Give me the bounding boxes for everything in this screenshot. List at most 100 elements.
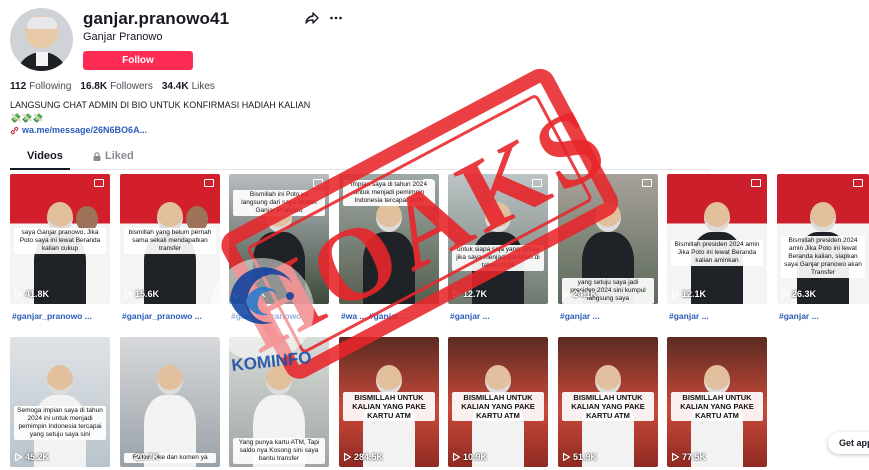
followers-stat[interactable]: 16.8K Followers <box>80 81 152 92</box>
tab-videos[interactable]: Videos <box>27 150 63 162</box>
play-icon <box>125 290 132 298</box>
person-head <box>376 365 402 395</box>
video-thumbnail[interactable]: Yang punya kartu ATM, Tapi saldo nya Kos… <box>229 337 329 467</box>
video-thumbnail[interactable]: BISMILLAH UNTUK KALIAN YANG PAKE KARTU A… <box>339 337 439 467</box>
profile-nickname: Ganjar Pranowo <box>83 31 163 43</box>
play-icon <box>344 453 351 461</box>
get-app-button[interactable]: Get app <box>828 432 869 454</box>
view-count: 12.1K <box>672 289 706 299</box>
profile-tabs: Videos Liked <box>10 146 710 170</box>
video-caption: Bismillah ini Poto ya langsung dari saya… <box>233 190 325 216</box>
video-thumbnail[interactable]: Bismillah presiden 2024 amin Jika Poto i… <box>777 174 869 304</box>
video-caption: bismillah yang belum pernah sama sekali … <box>124 228 216 254</box>
video-thumbnail[interactable]: untuk siapa saja yang setuju jika saya m… <box>448 174 548 304</box>
video-caption: BISMILLAH UNTUK KALIAN YANG PAKE KARTU A… <box>562 392 654 421</box>
photo-mode-icon <box>94 179 104 187</box>
likes-stat: 34.4K Likes <box>161 81 215 92</box>
photo-mode-icon <box>204 179 214 187</box>
view-count-text: 45.2K <box>25 452 50 462</box>
video-thumbnail[interactable]: BISMILLAH UNTUK KALIAN YANG PAKE KARTU A… <box>448 337 548 467</box>
view-count: 12.7K <box>453 289 487 299</box>
person-head <box>704 365 730 395</box>
profile-bio: LANGSUNG CHAT ADMIN DI BIO UNTUK KONFIRM… <box>10 99 310 125</box>
avatar-collar <box>36 52 48 66</box>
bio-line: LANGSUNG CHAT ADMIN DI BIO UNTUK KONFIRM… <box>10 100 311 110</box>
view-count-text: 41.8K <box>25 289 50 299</box>
view-count: 15.6K <box>125 289 159 299</box>
bio-emoji-line: 💸💸💸 <box>10 113 44 123</box>
person-head <box>485 365 511 395</box>
play-icon <box>782 290 789 298</box>
video-thumbnail[interactable]: Semoga impian saya di tahun 2024 ini unt… <box>10 337 110 467</box>
profile-link[interactable]: wa.me/message/26N6BO6A... <box>10 125 147 135</box>
video-thumbnail[interactable]: Bismillah presiden 2024 amin Jika Poto i… <box>667 174 767 304</box>
person-head <box>376 202 402 232</box>
video-hashtag[interactable]: #ganjar ... <box>779 311 819 321</box>
link-icon <box>10 126 19 134</box>
active-tab-indicator <box>10 168 70 170</box>
view-count-text: 24.1K <box>573 289 598 299</box>
video-thumbnail[interactable]: bismillah yang belum pernah sama sekali … <box>120 174 220 304</box>
play-icon <box>125 453 132 461</box>
video-caption: impian saya di tahun 2024 untuk menjadi … <box>343 180 435 206</box>
profile-stats: 112 Following 16.8K Followers 34.4K Likes <box>10 81 215 92</box>
view-count-text: 51.9K <box>573 452 598 462</box>
video-thumbnail[interactable]: Bismillah ini Poto ya langsung dari saya… <box>229 174 329 304</box>
video-hashtag[interactable]: #ganjar_pranowo ... <box>231 311 311 321</box>
lock-icon <box>93 151 101 161</box>
profile-avatar[interactable] <box>10 8 73 71</box>
view-count: 284.5K <box>344 452 383 462</box>
video-hashtag[interactable]: #ganjar ... <box>450 311 490 321</box>
video-hashtag[interactable]: #ganjar_pranowo ... <box>12 311 92 321</box>
video-hashtag[interactable]: #wa ... #ganjar ... <box>341 311 409 321</box>
view-count-text: 157K <box>244 289 266 299</box>
play-icon <box>563 453 570 461</box>
photo-mode-icon <box>853 179 863 187</box>
play-icon <box>15 290 22 298</box>
person-head <box>810 202 836 232</box>
view-count-text: 284.5K <box>354 452 384 462</box>
video-thumbnail[interactable]: BISMILLAH UNTUK KALIAN YANG PAKE KARTU A… <box>558 337 658 467</box>
person-head <box>485 202 511 232</box>
view-count-text: 12.1K <box>682 289 707 299</box>
play-icon <box>15 453 22 461</box>
view-count-text: 20.7K <box>135 452 160 462</box>
tab-liked[interactable]: Liked <box>93 150 134 162</box>
play-icon <box>563 290 570 298</box>
profile-username: ganjar.pranowo41 <box>83 9 230 28</box>
person-head <box>595 202 621 232</box>
person-head <box>266 365 292 395</box>
video-thumbnail[interactable]: Follow Like dan komen ya 20.7K <box>120 337 220 467</box>
avatar-hair <box>27 17 57 29</box>
following-stat[interactable]: 112 Following <box>10 81 71 92</box>
video-thumbnail[interactable]: impian saya di tahun 2024 untuk menjadi … <box>339 174 439 304</box>
video-caption: Bismillah presiden 2024 amin Jika Poto i… <box>671 240 763 266</box>
person-body <box>363 232 415 304</box>
video-caption: saya Ganjar pranowo, Jika Poto saya ini … <box>14 228 106 254</box>
follow-button[interactable]: Follow <box>83 51 193 70</box>
video-hashtag[interactable]: #ganjar ... <box>669 311 709 321</box>
video-caption: Bismillah presiden 2024 amin Jika Poto i… <box>781 236 865 278</box>
video-thumbnail[interactable]: saya Ganjar pranowo, Jika Poto saya ini … <box>10 174 110 304</box>
view-count-text: 15.6K <box>135 289 160 299</box>
view-count: 77.5K <box>672 452 706 462</box>
video-thumbnail[interactable]: yang setuju saya jadi presiden 2024 sini… <box>558 174 658 304</box>
video-caption: BISMILLAH UNTUK KALIAN YANG PAKE KARTU A… <box>343 392 435 421</box>
photo-mode-icon <box>751 179 761 187</box>
view-count: 24.1K <box>563 289 597 299</box>
video-caption: Semoga impian saya di tahun 2024 ini unt… <box>14 406 106 440</box>
view-count: 51.9K <box>563 452 597 462</box>
view-count: 10.9K <box>453 452 487 462</box>
play-icon <box>672 290 679 298</box>
view-count: 45.2K <box>15 452 49 462</box>
more-options-icon[interactable] <box>329 11 343 25</box>
video-hashtag[interactable]: #ganjar_pranowo ... <box>122 311 202 321</box>
view-count-text: 26.3K <box>792 289 817 299</box>
view-count: 41.8K <box>15 289 49 299</box>
video-caption: untuk siapa saja yang setuju jika saya m… <box>452 245 544 271</box>
video-caption: Yang punya kartu ATM, Tapi saldo nya Kos… <box>233 438 325 464</box>
share-icon[interactable] <box>305 11 319 25</box>
video-thumbnail[interactable]: BISMILLAH UNTUK KALIAN YANG PAKE KARTU A… <box>667 337 767 467</box>
video-hashtag[interactable]: #ganjar ... <box>560 311 600 321</box>
view-count: 26.3K <box>782 289 816 299</box>
